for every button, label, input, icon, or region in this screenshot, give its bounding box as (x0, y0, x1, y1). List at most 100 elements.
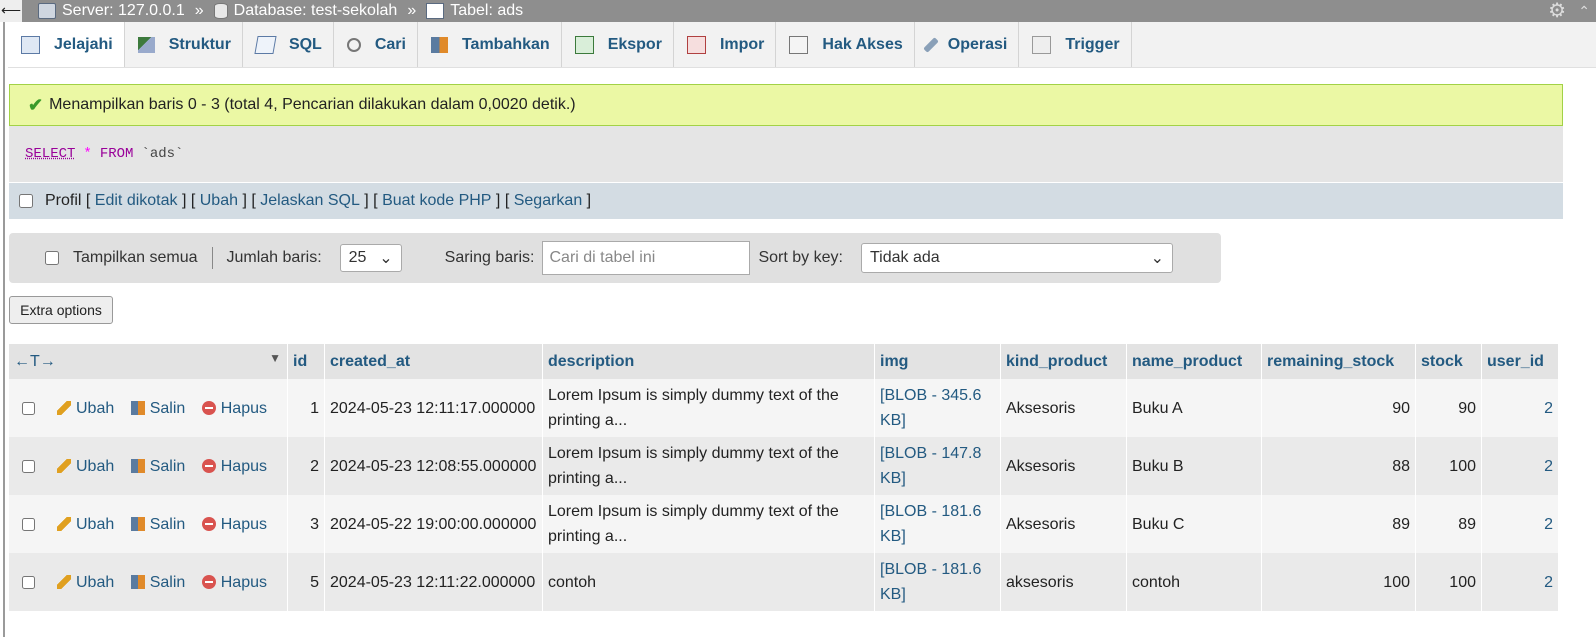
table-row: Ubah Salin Hapus 5 2024-05-23 12:11:22.0… (9, 553, 1559, 611)
edit-action[interactable]: Ubah (57, 458, 114, 475)
cell-created-at[interactable]: 2024-05-23 12:11:17.000000 (324, 379, 543, 437)
cell-remaining-stock[interactable]: 90 (1261, 379, 1416, 437)
col-created-at[interactable]: created_at (324, 344, 543, 379)
edit-link[interactable]: Ubah (200, 192, 238, 210)
cell-img[interactable]: [BLOB - 147.8 KB] (874, 437, 1001, 495)
copy-icon (130, 400, 145, 415)
cell-name-product[interactable]: Buku A (1126, 379, 1262, 437)
filter-input[interactable]: Cari di tabel ini (542, 241, 751, 275)
cell-id[interactable]: 5 (287, 553, 325, 611)
tab-bar: Jelajahi Struktur SQL Cari Tambahkan Eks… (8, 22, 1596, 68)
row-actions: Ubah Salin Hapus (9, 379, 288, 437)
cell-created-at[interactable]: 2024-05-23 12:11:22.000000 (324, 553, 543, 611)
profil-checkbox[interactable] (19, 194, 33, 208)
cell-user-id[interactable]: 2 (1481, 495, 1559, 553)
extra-options-button[interactable]: Extra options (9, 296, 113, 324)
tab-import[interactable]: Impor (674, 22, 777, 67)
cell-kind-product[interactable]: aksesoris (1000, 553, 1127, 611)
col-stock[interactable]: stock (1415, 344, 1482, 379)
tab-insert[interactable]: Tambahkan (418, 22, 562, 67)
cell-img[interactable]: [BLOB - 181.6 KB] (874, 495, 1001, 553)
cell-kind-product[interactable]: Aksesoris (1000, 437, 1127, 495)
delete-action[interactable]: Hapus (201, 400, 267, 417)
tab-browse[interactable]: Jelajahi (8, 22, 125, 67)
cell-id[interactable]: 1 (287, 379, 325, 437)
cell-user-id[interactable]: 2 (1481, 379, 1559, 437)
tab-trigger[interactable]: Trigger (1019, 22, 1132, 67)
col-name-product[interactable]: name_product (1126, 344, 1262, 379)
delete-action[interactable]: Hapus (201, 516, 267, 533)
cell-name-product[interactable]: contoh (1126, 553, 1262, 611)
cell-name-product[interactable]: Buku C (1126, 495, 1262, 553)
col-description[interactable]: description (542, 344, 875, 379)
row-checkbox[interactable] (22, 459, 35, 473)
cell-stock[interactable]: 100 (1415, 553, 1482, 611)
table-row: Ubah Salin Hapus 3 2024-05-22 19:00:00.0… (9, 495, 1559, 553)
cell-stock[interactable]: 100 (1415, 437, 1482, 495)
cell-stock[interactable]: 89 (1415, 495, 1482, 553)
cell-description[interactable]: Lorem Ipsum is simply dummy text of the p… (542, 437, 875, 495)
col-remaining-stock[interactable]: remaining_stock (1261, 344, 1416, 379)
create-php-link[interactable]: Buat kode PHP (382, 192, 491, 210)
show-all-checkbox[interactable] (45, 251, 59, 265)
explain-sql-link[interactable]: Jelaskan SQL (260, 192, 360, 210)
col-img[interactable]: img (874, 344, 1001, 379)
cell-stock[interactable]: 90 (1415, 379, 1482, 437)
edit-action[interactable]: Ubah (57, 516, 114, 533)
cell-id[interactable]: 3 (287, 495, 325, 553)
copy-action[interactable]: Salin (130, 400, 185, 417)
divider (211, 247, 213, 269)
collapse-icon[interactable]: ⌃ (1578, 0, 1590, 22)
copy-icon (130, 458, 145, 473)
cell-description[interactable]: Lorem Ipsum is simply dummy text of the p… (542, 495, 875, 553)
tab-operations[interactable]: Operasi (915, 22, 1020, 67)
tab-privileges[interactable]: Hak Akses (776, 22, 915, 67)
row-checkbox[interactable] (22, 575, 35, 589)
back-arrow-icon[interactable]: ⟵ (0, 0, 22, 22)
gear-icon[interactable]: ⚙ (1548, 0, 1566, 22)
row-checkbox[interactable] (22, 517, 35, 531)
cell-created-at[interactable]: 2024-05-23 12:08:55.000000 (324, 437, 543, 495)
refresh-link[interactable]: Segarkan (514, 192, 583, 210)
cell-kind-product[interactable]: Aksesoris (1000, 379, 1127, 437)
cell-description[interactable]: Lorem Ipsum is simply dummy text of the p… (542, 379, 875, 437)
cell-remaining-stock[interactable]: 100 (1261, 553, 1416, 611)
cell-img[interactable]: [BLOB - 181.6 KB] (874, 553, 1001, 611)
sort-triangle-icon[interactable]: ▼ (269, 351, 281, 365)
cell-user-id[interactable]: 2 (1481, 553, 1559, 611)
cell-remaining-stock[interactable]: 89 (1261, 495, 1416, 553)
breadcrumb-table[interactable]: Tabel: ads (426, 2, 523, 20)
cell-name-product[interactable]: Buku B (1126, 437, 1262, 495)
copy-action[interactable]: Salin (130, 458, 185, 475)
col-kind-product[interactable]: kind_product (1000, 344, 1127, 379)
sort-select[interactable]: Tidak ada ⌄ (860, 243, 1173, 273)
table-row: Ubah Salin Hapus 2 2024-05-23 12:08:55.0… (9, 437, 1559, 495)
cell-description[interactable]: contoh (542, 553, 875, 611)
copy-action[interactable]: Salin (130, 574, 185, 591)
edit-action[interactable]: Ubah (57, 574, 114, 591)
col-user-id[interactable]: user_id (1481, 344, 1559, 379)
copy-action[interactable]: Salin (130, 516, 185, 533)
delete-action[interactable]: Hapus (201, 458, 267, 475)
breadcrumb-database[interactable]: Database: test-sekolah (213, 2, 397, 20)
cell-id[interactable]: 2 (287, 437, 325, 495)
tab-structure[interactable]: Struktur (125, 22, 243, 67)
sql-query[interactable]: SELECT * FROM `ads` (9, 126, 1563, 182)
cell-kind-product[interactable]: Aksesoris (1000, 495, 1127, 553)
edit-inline-link[interactable]: Edit dikotak (95, 192, 178, 210)
row-checkbox[interactable] (22, 401, 35, 415)
check-icon: ✔ (28, 94, 44, 115)
cell-img[interactable]: [BLOB - 345.6 KB] (874, 379, 1001, 437)
tab-export[interactable]: Ekspor (562, 22, 674, 67)
breadcrumb-server[interactable]: Server: 127.0.0.1 (38, 2, 185, 20)
tab-sql[interactable]: SQL (243, 22, 334, 67)
cell-created-at[interactable]: 2024-05-22 19:00:00.000000 (324, 495, 543, 553)
col-id[interactable]: id (287, 344, 325, 379)
delete-action[interactable]: Hapus (201, 574, 267, 591)
column-arrows-header[interactable]: ←T→ ▼ (9, 344, 288, 379)
edit-action[interactable]: Ubah (57, 400, 114, 417)
rows-select[interactable]: 25 ⌄ (339, 244, 402, 272)
tab-search[interactable]: Cari (334, 22, 418, 67)
cell-remaining-stock[interactable]: 88 (1261, 437, 1416, 495)
cell-user-id[interactable]: 2 (1481, 437, 1559, 495)
